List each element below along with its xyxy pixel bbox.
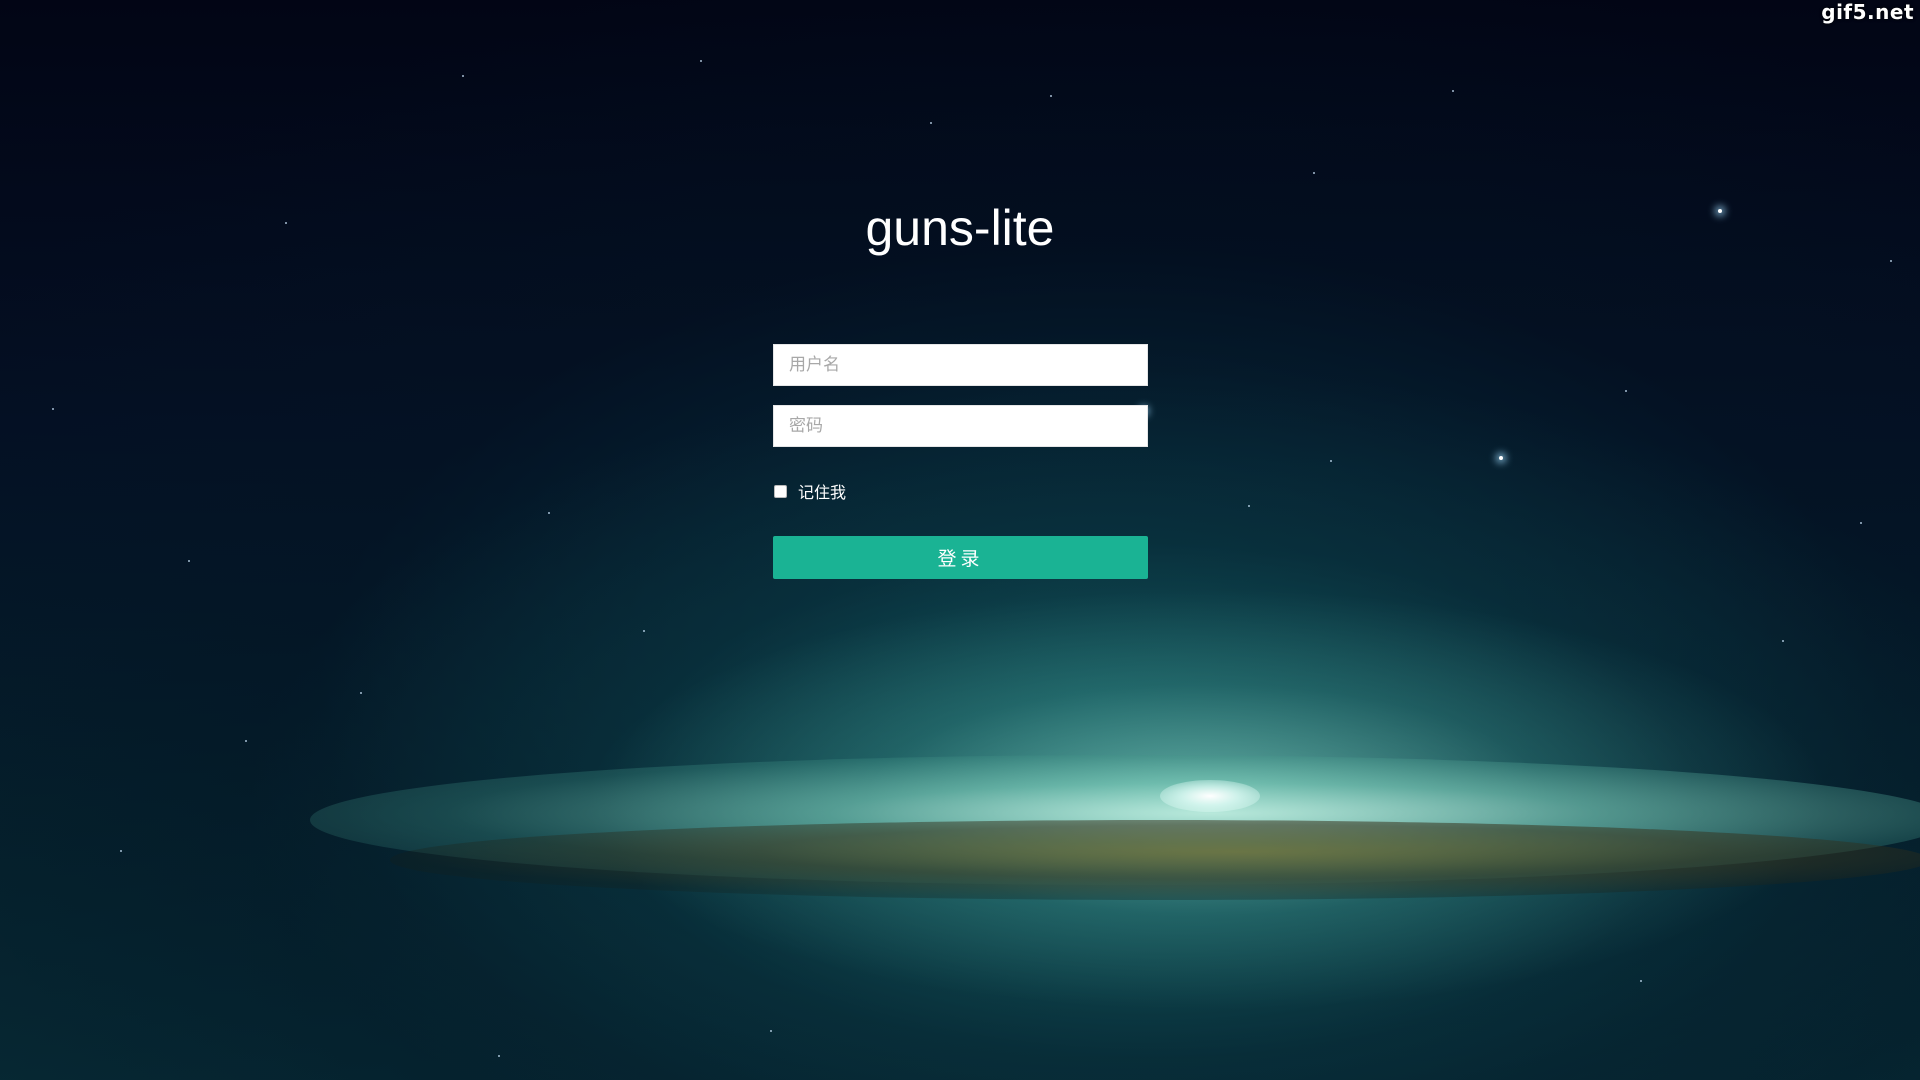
page-title: guns-lite — [865, 200, 1055, 256]
star-icon — [462, 75, 464, 77]
login-button[interactable]: 登录 — [773, 536, 1148, 579]
star-icon — [1313, 172, 1315, 174]
star-icon — [1330, 460, 1332, 462]
star-icon — [1248, 505, 1250, 507]
star-icon — [1625, 390, 1627, 392]
login-page: gif5.net guns-lite 记住我 登录 — [0, 0, 1920, 1080]
username-input[interactable] — [773, 344, 1148, 386]
star-icon — [1890, 260, 1892, 262]
star-icon — [245, 740, 247, 742]
galaxy-core — [1160, 780, 1260, 812]
remember-me-label: 记住我 — [798, 483, 847, 502]
star-icon — [52, 408, 54, 410]
star-icon — [1050, 95, 1052, 97]
star-icon — [1499, 456, 1503, 460]
star-icon — [700, 60, 702, 62]
star-icon — [1782, 640, 1784, 642]
star-icon — [360, 692, 362, 694]
star-icon — [498, 1055, 500, 1057]
star-icon — [770, 1030, 772, 1032]
watermark-text: gif5.net — [1821, 0, 1914, 24]
login-form: 记住我 登录 — [773, 344, 1148, 579]
star-icon — [643, 630, 645, 632]
star-icon — [188, 560, 190, 562]
password-input[interactable] — [773, 405, 1148, 447]
star-icon — [1452, 90, 1454, 92]
star-icon — [930, 122, 932, 124]
galaxy-dust-lane — [390, 820, 1920, 900]
star-icon — [1860, 522, 1862, 524]
remember-me-checkbox[interactable] — [774, 484, 787, 498]
remember-me-row: 记住我 — [773, 480, 1148, 502]
star-icon — [1640, 980, 1642, 982]
star-icon — [548, 512, 550, 514]
star-icon — [120, 850, 122, 852]
